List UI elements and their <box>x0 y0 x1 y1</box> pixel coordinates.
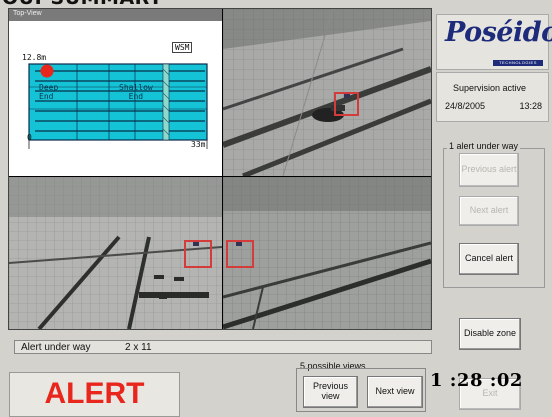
status-value: 2 x 11 <box>125 342 152 353</box>
camera-view-bottom-left[interactable] <box>9 177 222 329</box>
disable-zone-button[interactable]: Disable zone <box>459 318 521 350</box>
camera-view-top-right[interactable] <box>223 9 431 176</box>
elapsed-timer: 1 :28 :02 <box>430 370 523 391</box>
zone-label: WSM <box>172 42 193 53</box>
camera-image <box>223 9 431 176</box>
alert-text: ALERT <box>44 377 145 410</box>
surveillance-screen: OUI-SUMMARY Top-View <box>0 0 552 417</box>
previous-alert-button[interactable]: Previous alert <box>459 153 519 187</box>
logo-text: Poséidon <box>445 17 552 48</box>
status-bar: Alert under way 2 x 11 <box>14 340 432 354</box>
supervision-date: 24/8/2005 <box>445 101 486 111</box>
cancel-alert-button[interactable]: Cancel alert <box>459 243 519 275</box>
detection-tag <box>236 242 242 246</box>
deep-end-label: Deep End <box>39 83 59 101</box>
pool-depth-label: 12.8m <box>22 53 47 62</box>
detection-tag <box>344 94 350 98</box>
alert-banner: ALERT <box>9 372 180 417</box>
camera-image <box>223 177 431 329</box>
previous-view-button[interactable]: Previous view <box>303 376 358 408</box>
camera-view-bottom-right[interactable] <box>223 177 431 329</box>
next-view-button[interactable]: Next view <box>367 376 423 408</box>
pool-length-label: 33m <box>191 140 206 149</box>
shallow-end-label: Shallow End <box>119 83 153 101</box>
status-message: Alert under way <box>21 342 91 353</box>
pool-map-view[interactable]: Top-View 12.8m WSM Deep End Shallow End … <box>9 9 222 176</box>
brand-logo: Poséidon TECHNOLOGIES <box>436 14 552 70</box>
pool-origin-label: 0 <box>27 133 32 142</box>
next-alert-button[interactable]: Next alert <box>459 196 519 226</box>
detection-tag <box>193 242 199 246</box>
supervision-status: Supervision active <box>453 83 527 93</box>
alerts-group-title: 1 alert under way <box>447 141 521 151</box>
supervision-panel: Supervision active 24/8/2005 13:28 <box>436 72 549 122</box>
logo-tagline: TECHNOLOGIES <box>493 60 543 66</box>
supervision-time: 13:28 <box>519 101 542 111</box>
